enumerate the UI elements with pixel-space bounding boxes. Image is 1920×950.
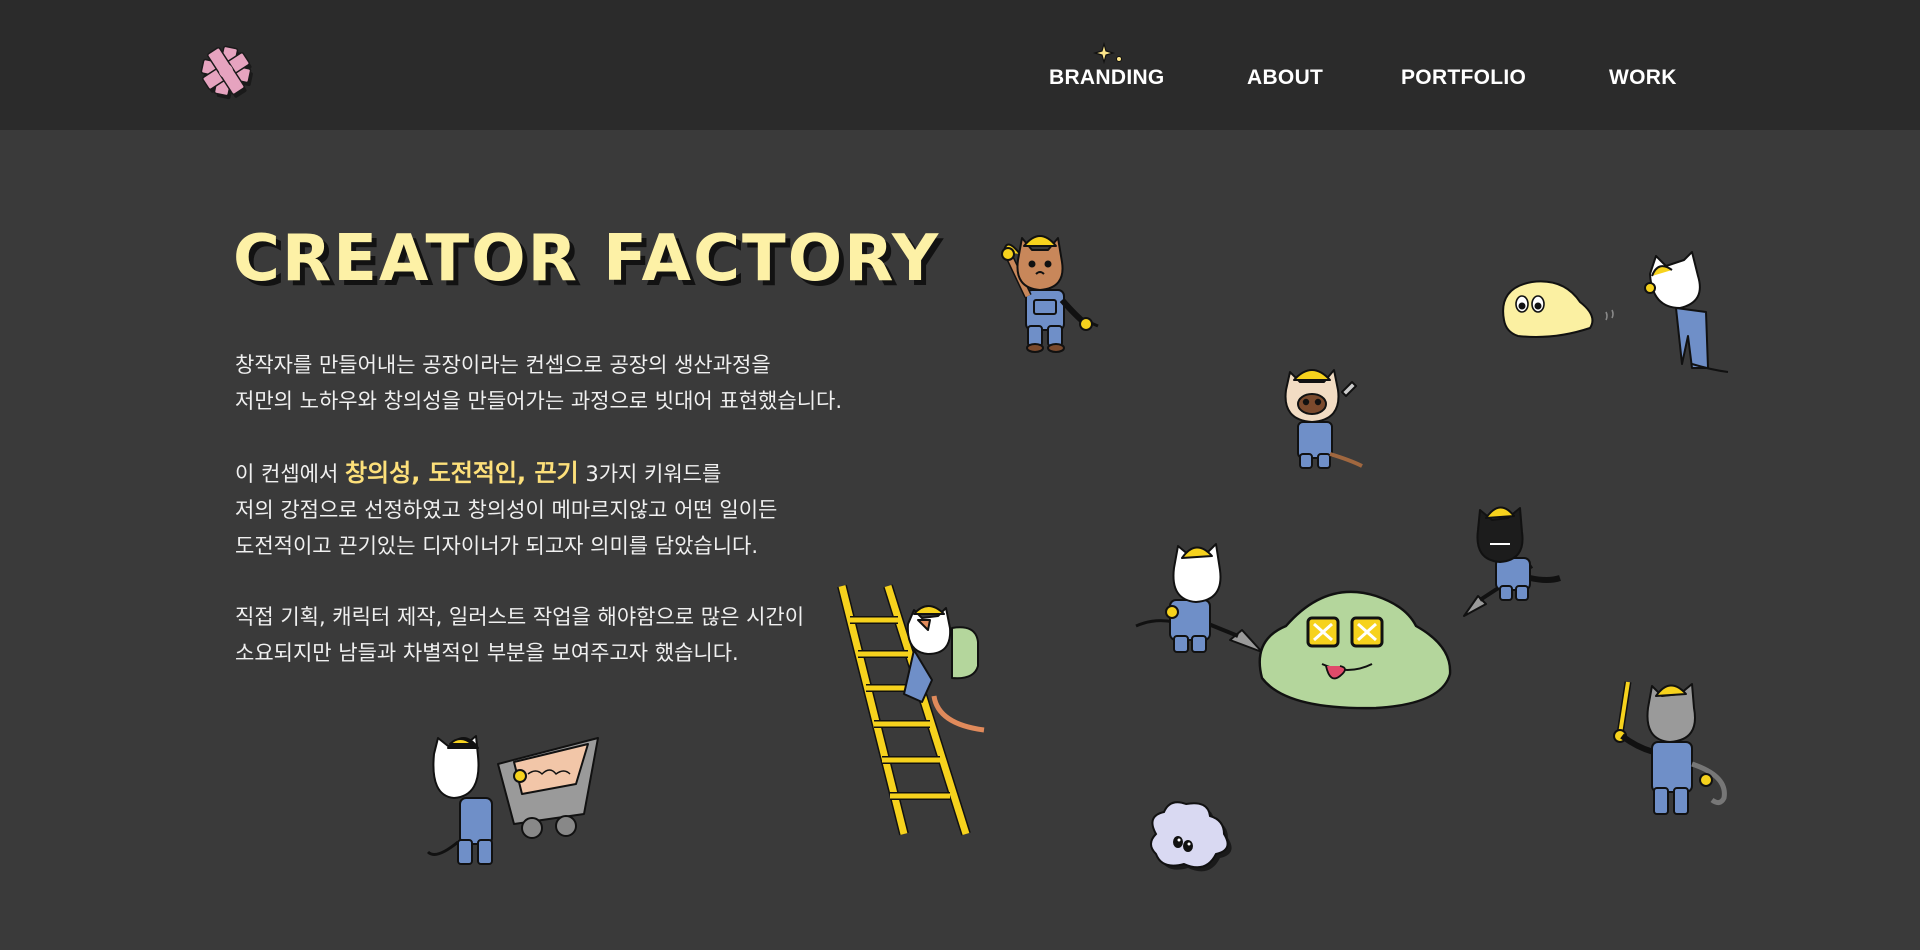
intro-line: 저만의 노하우와 창의성을 만들어가는 과정으로 빗대어 표현했습니다. <box>235 389 843 413</box>
lavender-blob-icon <box>1150 801 1250 878</box>
top-navigation-bar: BRANDING ABOUT PORTFOLIO WORK <box>0 0 1920 130</box>
orange-cat-ladder-icon <box>834 584 1004 840</box>
black-cat-shovel-icon <box>1456 504 1566 620</box>
green-blob-dizzy-icon <box>1256 586 1456 710</box>
nav-about[interactable]: ABOUT <box>1247 66 1323 90</box>
main-nav: BRANDING ABOUT PORTFOLIO WORK <box>0 66 1920 96</box>
keywords-line: 저의 강점으로 선정하였고 창의성이 메마르지않고 어떤 일이든 <box>235 498 778 522</box>
keywords-paragraph: 이 컨셉에서 창의성, 도전적인, 끈기 3가지 키워드를 저의 강점으로 선정… <box>235 455 777 564</box>
keywords-suffix: 3가지 키워드를 <box>585 462 722 486</box>
keywords-prefix: 이 컨셉에서 <box>235 462 339 486</box>
nav-work[interactable]: WORK <box>1609 66 1677 90</box>
intro-paragraph: 창작자를 만들어내는 공장이라는 컨셉으로 공장의 생산과정을 저만의 노하우와… <box>235 347 842 419</box>
siamese-cat-hammer-icon <box>1280 364 1370 474</box>
nav-portfolio[interactable]: PORTFOLIO <box>1401 66 1526 90</box>
keywords-highlight: 창의성, 도전적인, 끈기 <box>344 459 579 487</box>
yellow-ghost-blob-icon <box>1494 276 1624 340</box>
cat-worker-waving-icon <box>996 228 1106 353</box>
sparkle-icon <box>1092 40 1126 66</box>
keywords-line: 이 컨셉에서 창의성, 도전적인, 끈기 3가지 키워드를 <box>235 455 777 492</box>
process-paragraph: 직접 기획, 캐릭터 제작, 일러스트 작업을 해야함으로 많은 시간이 소요되… <box>235 599 804 671</box>
white-cat-worker-icon <box>1636 251 1729 376</box>
process-line: 소요되지만 남들과 차별적인 부분을 보여주고자 했습니다. <box>235 641 739 665</box>
cow-cat-wheelbarrow-icon <box>424 734 604 876</box>
intro-line: 창작자를 만들어내는 공장이라는 컨셉으로 공장의 생산과정을 <box>235 353 771 377</box>
gray-cat-ruler-icon <box>1608 678 1738 826</box>
page-title: CREATOR FACTORY <box>233 222 941 296</box>
process-line: 직접 기획, 캐릭터 제작, 일러스트 작업을 해야함으로 많은 시간이 <box>235 605 805 629</box>
keywords-line: 도전적이고 끈기있는 디자이너가 되고자 의미를 담았습니다. <box>235 534 759 558</box>
nav-branding[interactable]: BRANDING <box>1049 66 1165 90</box>
white-cat-shovel-icon <box>1134 540 1264 658</box>
